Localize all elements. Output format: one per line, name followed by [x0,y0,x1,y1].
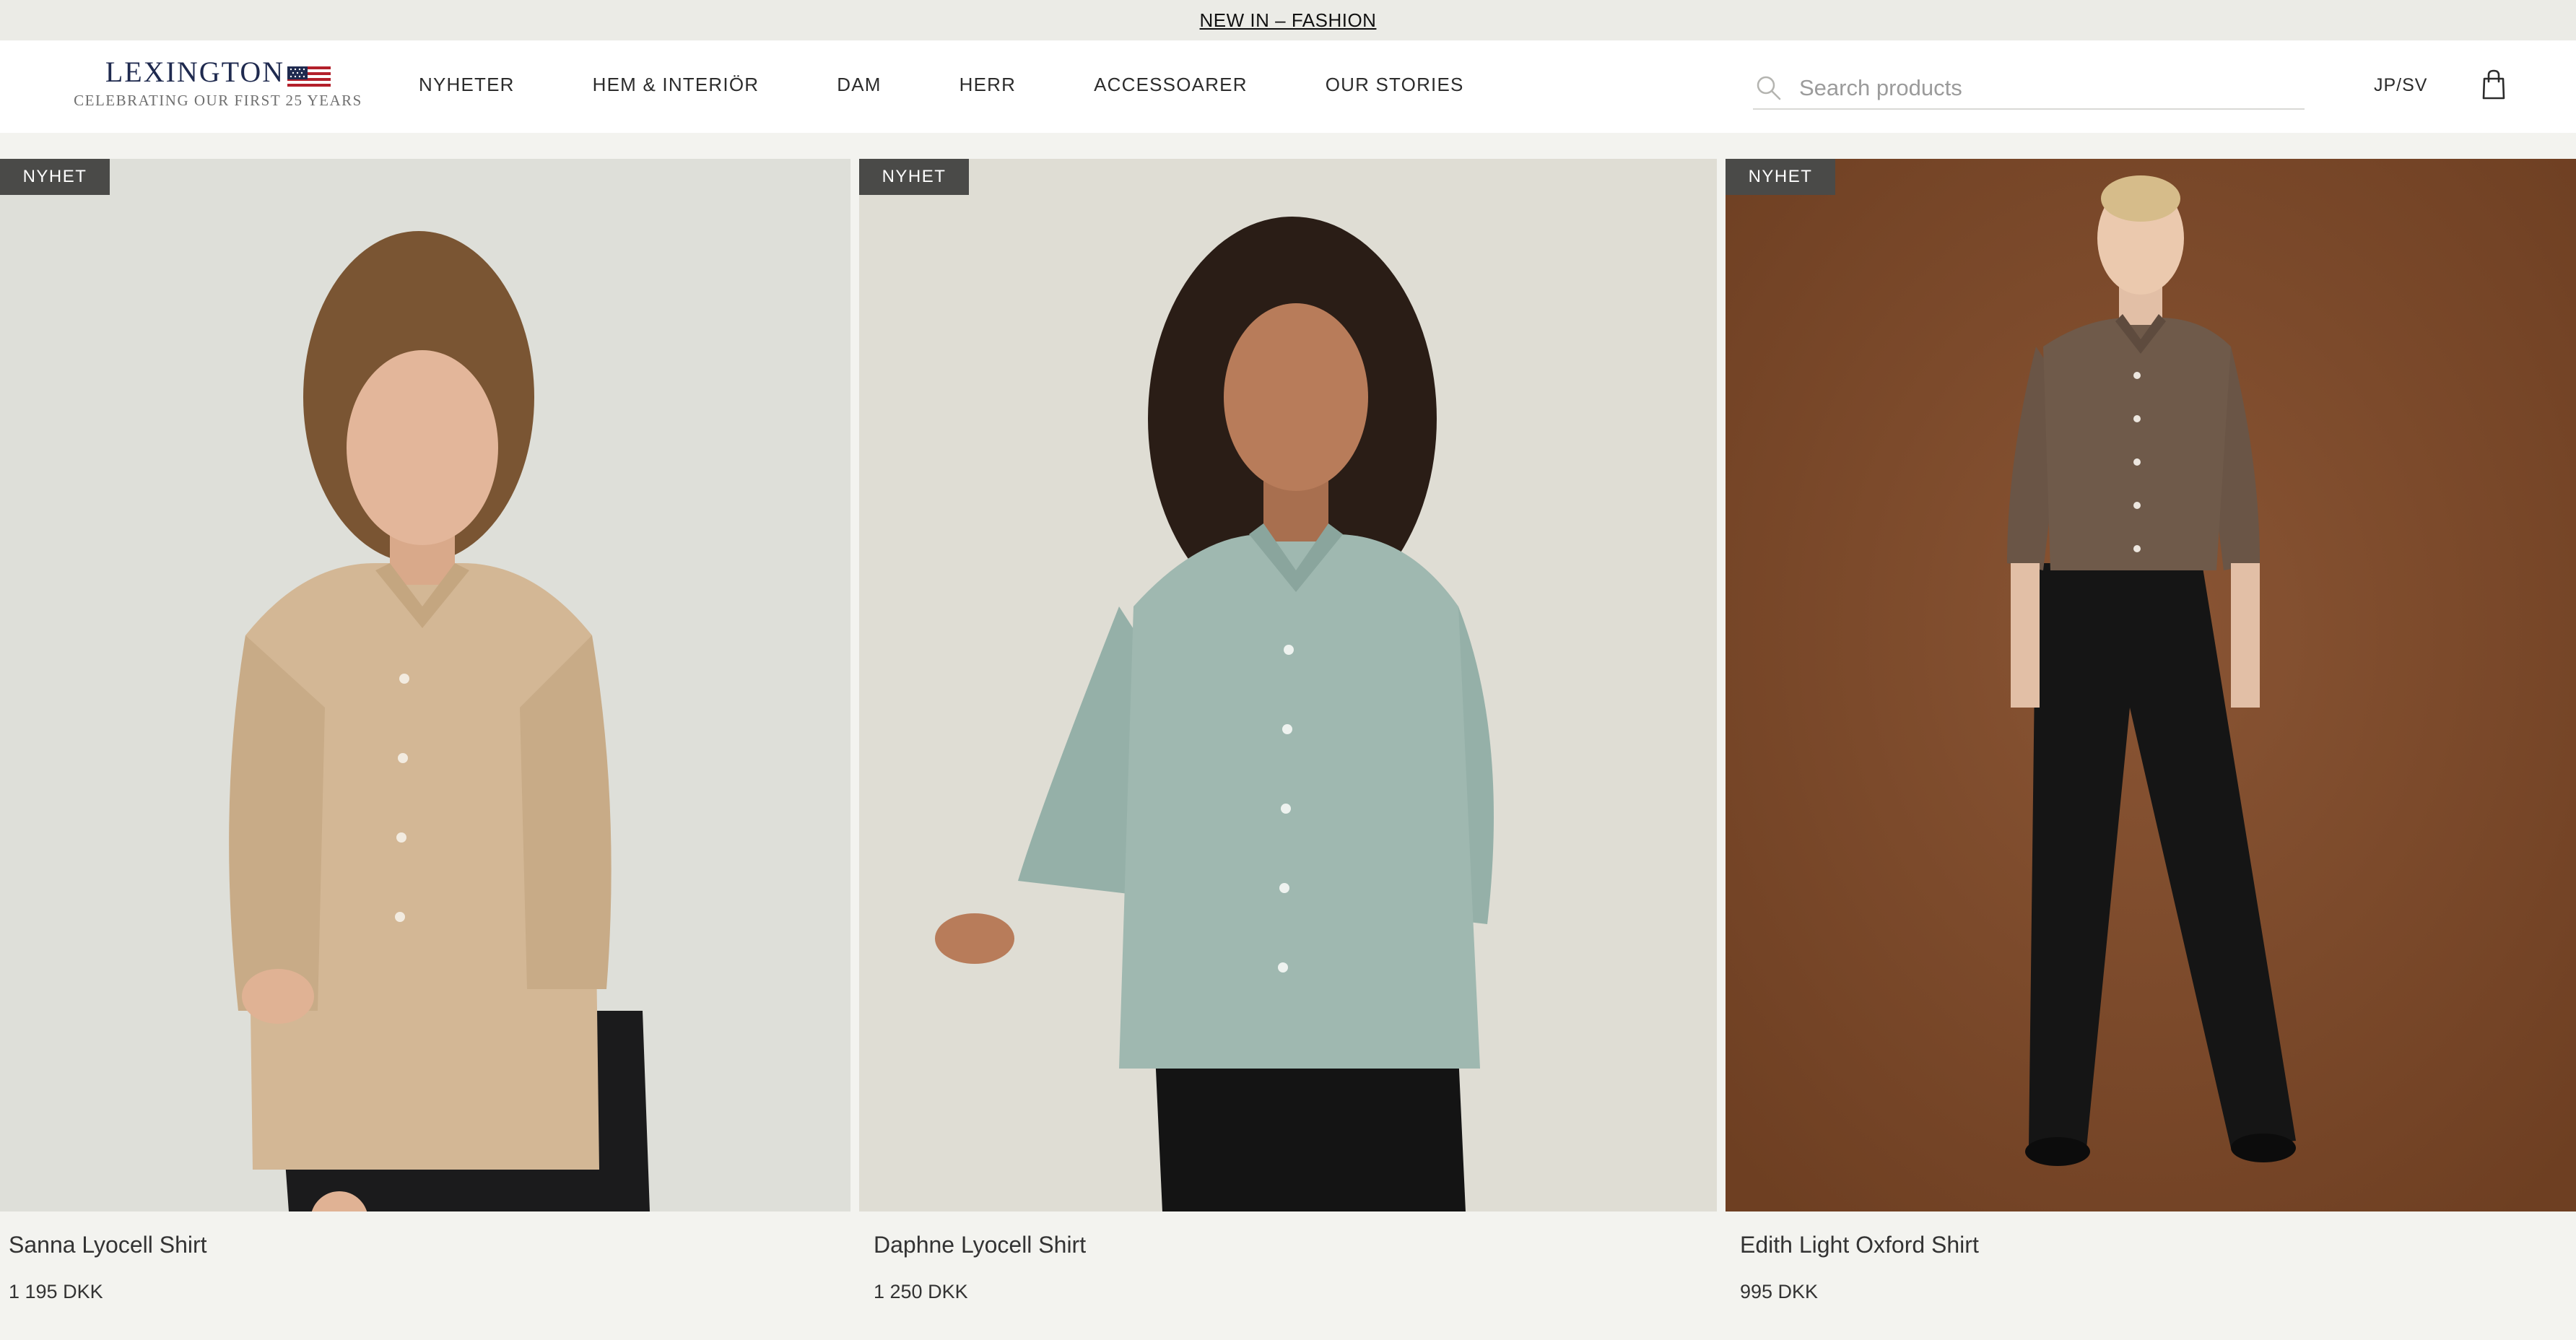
product-name[interactable]: Daphne Lyocell Shirt [874,1232,1086,1258]
brand-name: LEXINGTON [105,56,285,88]
product-image[interactable]: NYHET [1726,159,2576,1211]
site-header: LEXINGTON CELEBRATING OUR FIRST 25 YEARS… [0,40,2576,133]
nav-item-nyheter[interactable]: NYHETER [419,74,515,96]
nav-item-accessoarer[interactable]: ACCESSOARER [1094,74,1248,96]
main-nav: NYHETER HEM & INTERIÖR DAM HERR ACCESSOA… [419,74,1464,96]
shopping-bag-icon[interactable] [2479,68,2508,101]
product-price: 1 250 DKK [874,1281,968,1302]
nav-item-our-stories[interactable]: OUR STORIES [1326,74,1464,96]
nav-item-herr[interactable]: HERR [960,74,1016,96]
new-badge: NYHET [0,159,110,195]
product-image[interactable]: NYHET [0,159,850,1211]
product-grid: NYHET Sanna Lyocell Shirt 1 195 DKK NYHE… [0,159,2576,1340]
announcement-bar: NEW IN – FASHION [0,0,2576,40]
search-input[interactable] [1799,75,2261,101]
announcement-link[interactable]: NEW IN – FASHION [1200,9,1377,32]
product-price: 1 195 DKK [9,1281,103,1302]
search-bar [1753,68,2305,110]
locale-selector[interactable]: JP/SV [2374,75,2427,96]
new-badge: NYHET [1726,159,1835,195]
product-card[interactable]: NYHET Daphne Lyocell Shirt 1 250 DKK [859,159,1717,1302]
product-card[interactable]: NYHET Sanna Lyocell Shirt 1 195 DKK [0,159,850,1302]
product-card[interactable]: NYHET Edith Light Oxford Shirt 995 DKK [1726,159,2576,1302]
search-icon[interactable] [1754,74,1783,103]
product-name[interactable]: Sanna Lyocell Shirt [9,1232,207,1258]
product-image[interactable]: NYHET [859,159,1717,1211]
brand-logo[interactable]: LEXINGTON CELEBRATING OUR FIRST 25 YEARS [66,55,370,120]
us-flag-icon [287,61,331,88]
nav-item-dam[interactable]: DAM [837,74,881,96]
product-name[interactable]: Edith Light Oxford Shirt [1740,1232,1979,1258]
brand-tagline: CELEBRATING OUR FIRST 25 YEARS [74,92,362,109]
nav-item-hem-interior[interactable]: HEM & INTERIÖR [593,74,760,96]
new-badge: NYHET [859,159,969,195]
product-price: 995 DKK [1740,1281,1819,1302]
